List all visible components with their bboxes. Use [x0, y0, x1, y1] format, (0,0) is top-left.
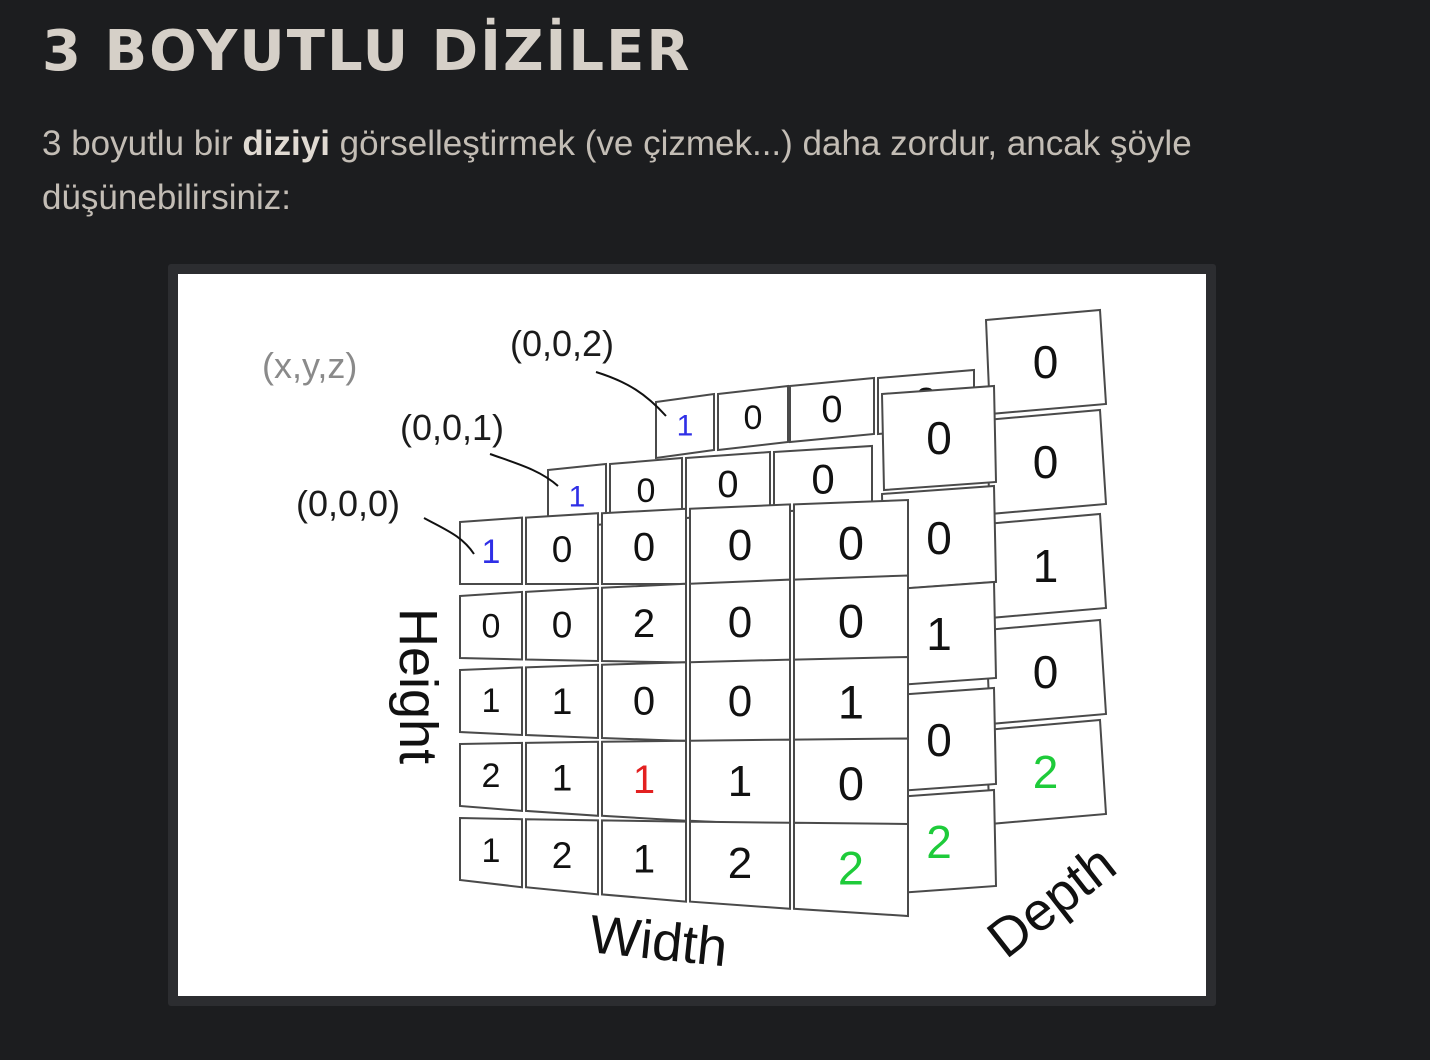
cell-front-r4-c3: 2 [689, 820, 791, 910]
coord-label-0-0-2: (0,0,2) [510, 323, 614, 364]
cell-mid-col-r0: 0 [880, 384, 998, 492]
cell-mid-col-r0-value: 0 [926, 412, 952, 464]
cell-front-r2-c4-value: 1 [838, 675, 864, 728]
cell-front-r3-c3-value: 1 [728, 757, 752, 806]
cell-front-r0-c1: 0 [525, 512, 599, 585]
cell-mid-top-c3-value: 0 [811, 456, 834, 503]
cell-back-top-c0-value: 1 [677, 410, 694, 443]
cell-mid-top-c2-value: 0 [717, 464, 738, 506]
cell-front-r1-c4-value: 0 [838, 595, 864, 648]
cell-back-top-c1-value: 0 [744, 399, 763, 437]
coordinate-legend: (x,y,z) [262, 345, 357, 386]
axis-label-height: Height [388, 608, 448, 764]
cell-front-r3-c3: 1 [689, 738, 791, 827]
cell-front-r0-c4: 0 [793, 498, 909, 585]
axis-label-width: Width [587, 904, 731, 978]
coord-label-0-0-1: (0,0,1) [400, 407, 504, 448]
cell-front-r4-c0-value: 1 [482, 832, 501, 870]
cell-front-r3-c0: 2 [459, 741, 523, 812]
cell-front-r2-c1: 1 [525, 663, 599, 740]
array-3d-diagram-svg: 100000102 100000102 10000002001100121110… [262, 308, 1127, 978]
intro-text-start: 3 boyutlu bir [42, 124, 243, 163]
cell-front-r4-c2: 1 [601, 819, 687, 903]
cell-front-r2-c0-value: 1 [482, 682, 501, 720]
cell-back-col-r1: 0 [984, 408, 1108, 516]
cell-back-top-c2: 0 [789, 376, 875, 444]
cell-mid-col-r2-value: 1 [926, 608, 952, 660]
cell-front-r4-c1-value: 2 [552, 835, 573, 876]
cell-front-r2-c3-value: 0 [728, 677, 752, 726]
cell-front-r1-c1: 0 [525, 586, 599, 663]
cell-back-col-r0: 0 [984, 308, 1108, 416]
cell-back-col-r0-value: 0 [1033, 336, 1059, 388]
cell-front-r1-c0-value: 0 [482, 607, 501, 645]
cell-front-r1-c2-value: 2 [633, 602, 655, 646]
cell-front-r3-c4: 0 [793, 737, 909, 832]
cell-front-r0-c3: 0 [689, 503, 791, 585]
cell-front-r0-c4-value: 0 [838, 517, 864, 570]
array-3d-diagram: 100000102 100000102 10000002001100121110… [178, 274, 1206, 996]
cell-mid-top-c1-value: 0 [637, 472, 656, 510]
cell-back-top-c0: 1 [655, 392, 715, 460]
cell-front-r3-c1-value: 1 [552, 757, 573, 798]
cell-front-r1-c3-value: 0 [728, 598, 752, 647]
cell-back-col-r1-value: 0 [1033, 436, 1059, 488]
cell-front-r4-c1: 2 [525, 818, 599, 896]
coord-label-0-0-0: (0,0,0) [296, 483, 400, 524]
depth-layer-0: 1 0 0 0 0 0 0 2 0 0 1 1 0 0 1 2 1 1 1 0 1 2 1 2 2 [459, 498, 909, 918]
cell-back-top-c1: 0 [717, 384, 789, 452]
cell-front-r3-c1: 1 [525, 740, 599, 817]
cell-front-r1-c3: 0 [689, 578, 791, 666]
cell-back-col-r3-value: 0 [1033, 646, 1059, 698]
cell-front-r0-c0: 1 [459, 516, 523, 585]
cell-mid-top-c0-value: 1 [569, 481, 586, 514]
cell-back-col-r4-value: 2 [1033, 746, 1059, 798]
cell-front-r2-c4: 1 [793, 655, 909, 749]
cell-front-r4-c4: 2 [793, 821, 909, 918]
cell-front-r0-c2-value: 0 [633, 526, 655, 570]
cell-front-r2-c2: 0 [601, 661, 687, 743]
axis-label-depth: Depth [976, 833, 1126, 969]
cell-front-r0-c3-value: 0 [728, 521, 752, 570]
intro-paragraph: 3 boyutlu bir diziyi görselleştirmek (ve… [42, 117, 1402, 225]
cell-front-r1-c2: 2 [601, 582, 687, 664]
cell-back-top-c2-value: 0 [821, 389, 842, 431]
cell-front-r2-c0: 1 [459, 666, 523, 737]
figure-frame: 100000102 100000102 10000002001100121110… [168, 264, 1216, 1006]
cell-front-r2-c1-value: 1 [552, 681, 573, 722]
cell-back-col-r4: 2 [984, 718, 1108, 826]
cell-mid-col-r3-value: 0 [926, 714, 952, 766]
cell-back-col-r2: 1 [984, 512, 1108, 620]
cell-mid-col-r4-value: 2 [926, 816, 952, 868]
cell-front-r1-c1-value: 0 [552, 605, 573, 646]
cell-front-r4-c0: 1 [459, 816, 523, 889]
cell-front-r4-c3-value: 2 [728, 839, 752, 888]
cell-front-r3-c4-value: 0 [838, 757, 864, 810]
cell-front-r0-c2: 0 [601, 507, 687, 585]
cell-back-col-r3: 0 [984, 618, 1108, 726]
cell-front-r4-c2-value: 1 [633, 838, 655, 882]
cell-front-r3-c2: 1 [601, 739, 687, 822]
cell-front-r0-c0-value: 1 [482, 533, 501, 571]
page-title: 3 BOYUTLU DİZİLER [42, 19, 692, 84]
cell-front-r3-c0-value: 2 [482, 757, 501, 795]
cell-front-r3-c2-value: 1 [633, 758, 655, 802]
cell-front-r1-c0: 0 [459, 590, 523, 661]
cell-front-r2-c3: 0 [689, 658, 791, 746]
cell-back-col-r2-value: 1 [1033, 540, 1059, 592]
cell-front-r2-c2-value: 0 [633, 680, 655, 724]
cell-front-r4-c4-value: 2 [838, 841, 864, 894]
cell-front-r0-c1-value: 0 [552, 529, 573, 570]
cell-mid-col-r1-value: 0 [926, 512, 952, 564]
intro-bold-term: diziyi [242, 124, 330, 163]
cell-front-r1-c4: 0 [793, 574, 909, 667]
